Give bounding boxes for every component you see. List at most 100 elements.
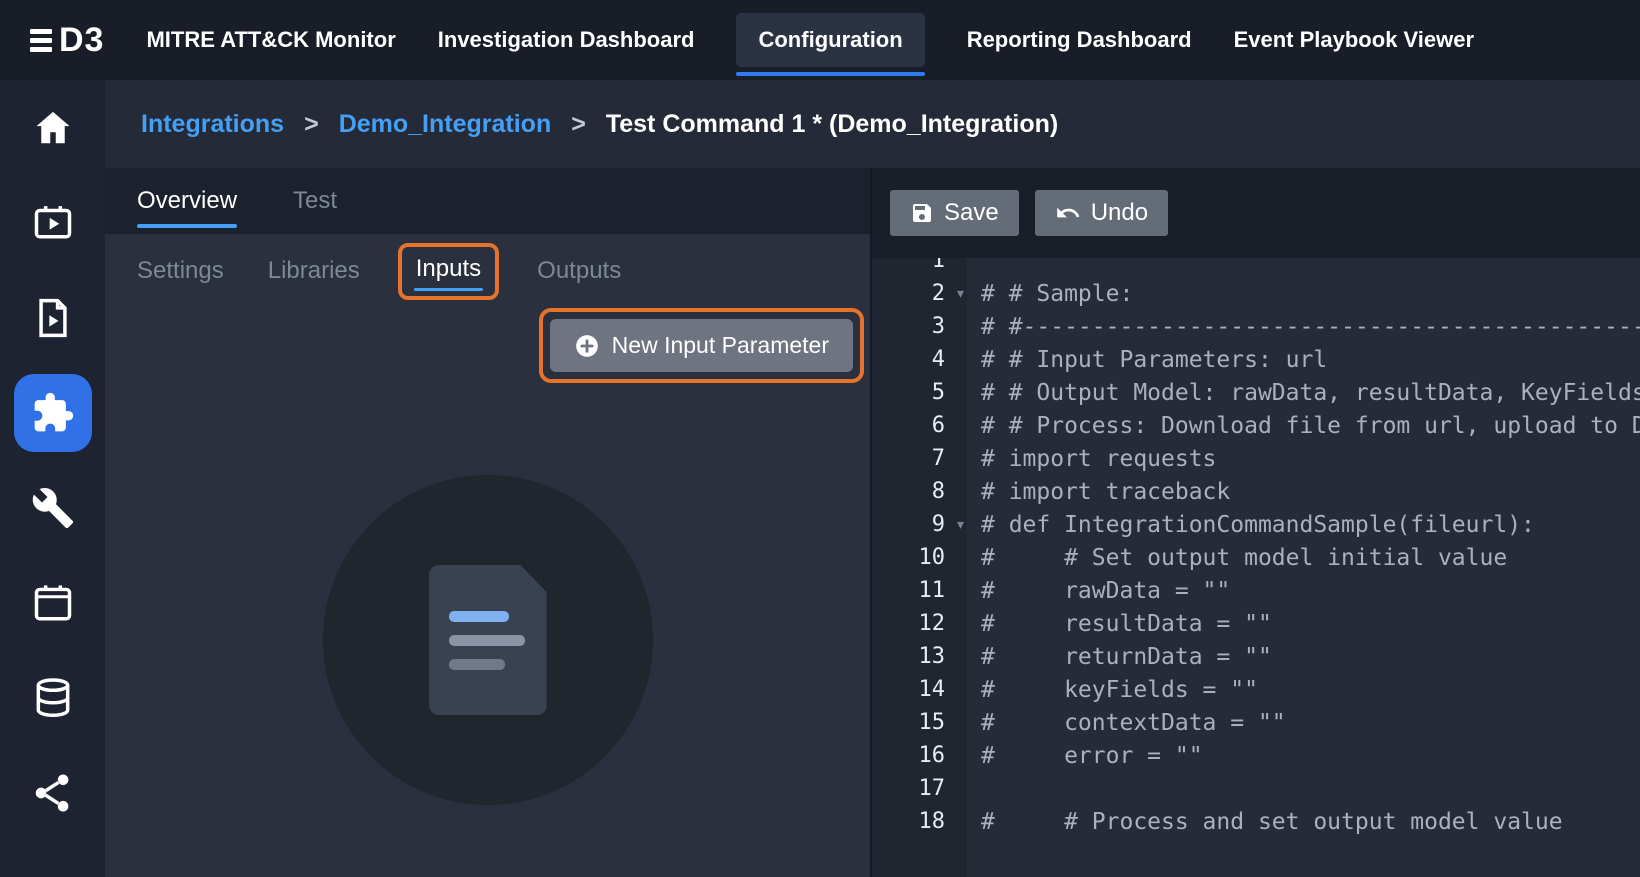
code-line: 5# # Output Model: rawData, resultData, …	[872, 376, 1640, 409]
main-layout: Integrations > Demo_Integration > Test C…	[0, 80, 1640, 877]
code-line: 2 ▾# # Sample:	[872, 277, 1640, 310]
subtab-outputs[interactable]: Outputs	[537, 257, 621, 285]
code-text: # #-------------------------------------…	[967, 314, 1640, 340]
undo-icon	[1055, 200, 1081, 226]
nav-reporting-dashboard[interactable]: Reporting Dashboard	[967, 13, 1192, 67]
tab-test[interactable]: Test	[293, 168, 337, 234]
new-input-parameter-button[interactable]: New Input Parameter	[550, 319, 853, 372]
tab-overview[interactable]: Overview	[137, 168, 237, 234]
home-icon	[31, 106, 75, 150]
code-line: 1	[872, 258, 1640, 277]
sidebar-item-monitor[interactable]	[14, 184, 92, 262]
code-text: # error = ""	[967, 743, 1203, 769]
line-number: 1	[932, 258, 945, 273]
subtab-inputs[interactable]: Inputs	[416, 255, 481, 282]
sidebar-item-connections[interactable]	[14, 754, 92, 832]
code-line: 14 # keyFields = ""	[872, 673, 1640, 706]
line-number: 16	[919, 743, 946, 768]
code-text: # # Sample:	[967, 281, 1133, 307]
plus-circle-icon	[574, 333, 600, 359]
breadcrumb-current: Test Command 1 * (Demo_Integration)	[606, 110, 1058, 139]
code-text: # rawData = ""	[967, 578, 1230, 604]
sidebar-item-database[interactable]	[14, 659, 92, 737]
code-line: 7 # import requests	[872, 442, 1640, 475]
subtab-libraries[interactable]: Libraries	[268, 257, 360, 285]
line-number: 13	[919, 644, 946, 669]
undo-button[interactable]: Undo	[1035, 190, 1168, 236]
code-text: # # Set output model initial value	[967, 545, 1507, 571]
line-number: 6	[932, 413, 945, 438]
nav-investigation-dashboard[interactable]: Investigation Dashboard	[438, 13, 695, 67]
tools-icon	[31, 486, 75, 530]
d3-logo-icon	[30, 29, 52, 52]
sidebar-item-integrations[interactable]	[14, 374, 92, 452]
inputs-tab-highlight: Inputs	[398, 243, 499, 300]
subtab-settings[interactable]: Settings	[137, 257, 224, 285]
file-play-icon	[31, 296, 75, 340]
fold-toggle-icon[interactable]: ▾	[957, 286, 964, 302]
code-line: 16 # error = ""	[872, 739, 1640, 772]
code-text: # import requests	[967, 446, 1216, 472]
line-number: 9	[932, 512, 945, 537]
line-number: 5	[932, 380, 945, 405]
nav-mitre-attack-monitor[interactable]: MITRE ATT&CK Monitor	[146, 13, 395, 67]
line-number: 18	[919, 809, 946, 834]
breadcrumb-demo-integration[interactable]: Demo_Integration	[339, 110, 552, 139]
command-panel: Overview Test Settings Libraries Inputs …	[105, 168, 870, 877]
line-number: 12	[919, 611, 946, 636]
code-line: 11 # rawData = ""	[872, 574, 1640, 607]
fold-toggle-icon[interactable]: ▾	[957, 517, 964, 533]
undo-label: Undo	[1091, 199, 1148, 227]
nav-event-playbook-viewer[interactable]: Event Playbook Viewer	[1234, 13, 1474, 67]
code-text: # import traceback	[967, 479, 1230, 505]
save-button[interactable]: Save	[890, 190, 1019, 236]
sidebar-item-schedule[interactable]	[14, 564, 92, 642]
breadcrumb-separator-icon: >	[571, 110, 586, 139]
code-lines: 1 2▾# # Sample: 3# #--------------------…	[872, 258, 1640, 838]
line-number: 7	[932, 446, 945, 471]
content-area: Integrations > Demo_Integration > Test C…	[105, 80, 1640, 877]
database-icon	[31, 676, 75, 720]
save-icon	[910, 201, 934, 225]
d3-logo-text: D3	[59, 21, 104, 60]
sidebar-item-home[interactable]	[14, 89, 92, 167]
document-line	[449, 611, 509, 622]
code-text: # keyFields = ""	[967, 677, 1258, 703]
line-number: 2	[932, 281, 945, 306]
code-text: # # Input Parameters: url	[967, 347, 1327, 373]
code-text: # # Process: Download file from url, upl…	[967, 413, 1640, 439]
new-parameter-row: New Input Parameter	[105, 308, 870, 400]
code-text: # contextData = ""	[967, 710, 1286, 736]
sidebar-item-utilities[interactable]	[14, 469, 92, 547]
code-line: 9▾# def IntegrationCommandSample(fileurl…	[872, 508, 1640, 541]
d3-logo[interactable]: D3	[30, 21, 104, 60]
breadcrumb-separator-icon: >	[304, 110, 319, 139]
code-editor[interactable]: 1 2▾# # Sample: 3# #--------------------…	[872, 258, 1640, 877]
empty-state	[105, 400, 870, 877]
calendar-icon	[31, 581, 75, 625]
empty-state-circle	[323, 475, 653, 805]
code-text: # # Process and set output model value	[967, 809, 1563, 835]
code-panel: Save Undo 1 2▾# # Sample	[870, 168, 1640, 877]
code-line: 3# #------------------------------------…	[872, 310, 1640, 343]
code-line: 17	[872, 772, 1640, 805]
line-number: 14	[919, 677, 946, 702]
line-number: 10	[919, 545, 946, 570]
main-panels: Overview Test Settings Libraries Inputs …	[105, 168, 1640, 877]
sidebar-item-playbooks[interactable]	[14, 279, 92, 357]
document-line	[449, 635, 525, 646]
code-line: 12# resultData = ""	[872, 607, 1640, 640]
code-line: 10 # # Set output model initial value	[872, 541, 1640, 574]
icon-sidebar	[0, 80, 105, 877]
nav-configuration[interactable]: Configuration	[736, 13, 924, 67]
code-text: # returnData = ""	[967, 644, 1272, 670]
breadcrumb-integrations[interactable]: Integrations	[141, 110, 284, 139]
code-line: 6 # # Process: Download file from url, up…	[872, 409, 1640, 442]
app-root: D3 MITRE ATT&CK Monitor Investigation Da…	[0, 0, 1640, 877]
editor-toolbar: Save Undo	[872, 168, 1640, 258]
breadcrumb: Integrations > Demo_Integration > Test C…	[105, 80, 1640, 168]
top-navigation: D3 MITRE ATT&CK Monitor Investigation Da…	[0, 0, 1640, 80]
empty-document-icon	[429, 565, 547, 715]
line-number: 11	[919, 578, 946, 603]
code-line: 18 # # Process and set output model value	[872, 805, 1640, 838]
